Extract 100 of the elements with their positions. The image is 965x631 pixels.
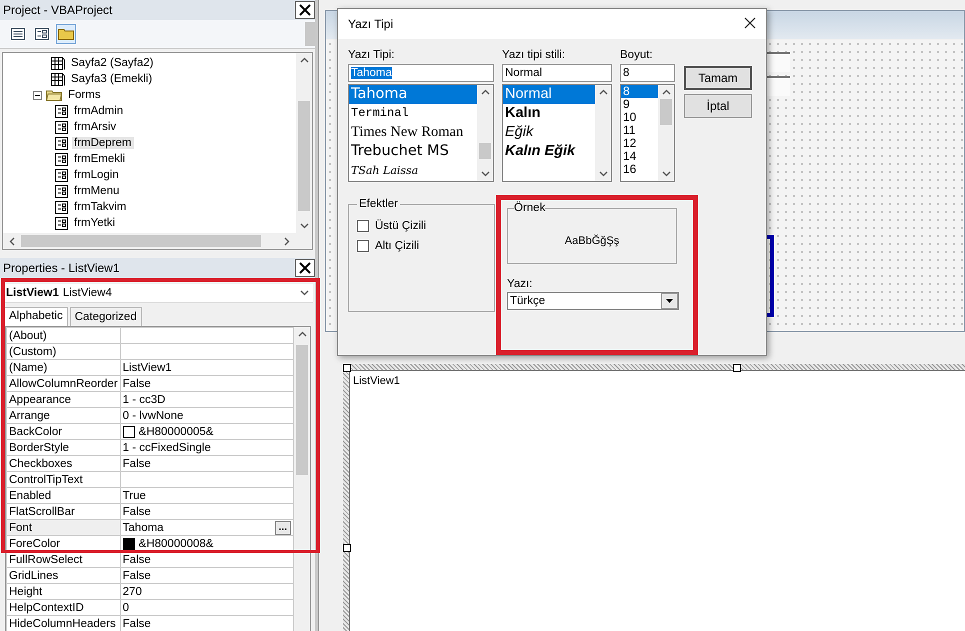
scroll-up-icon[interactable] bbox=[598, 89, 608, 95]
tree-item[interactable]: frmMenu bbox=[72, 185, 122, 197]
property-name[interactable]: Font bbox=[6, 520, 120, 536]
resize-handle[interactable] bbox=[343, 364, 351, 372]
tree-item[interactable]: Forms bbox=[66, 89, 103, 101]
scroll-left-icon[interactable] bbox=[9, 236, 15, 246]
property-name[interactable]: Enabled bbox=[6, 488, 120, 504]
ok-button[interactable]: Tamam bbox=[684, 66, 752, 90]
list-item[interactable]: TSah Laissa bbox=[349, 161, 477, 180]
property-name[interactable]: GridLines bbox=[6, 568, 120, 584]
font-style-field[interactable]: Normal bbox=[502, 64, 612, 82]
list-item[interactable]: Eğik bbox=[503, 123, 595, 142]
list-item[interactable]: 8 bbox=[621, 85, 658, 98]
property-value[interactable]: False bbox=[122, 506, 151, 518]
tree-item[interactable]: frmDeprem bbox=[72, 137, 134, 149]
list-item[interactable]: Times New Roman bbox=[349, 123, 477, 142]
property-name[interactable]: (Name) bbox=[6, 360, 120, 376]
property-value[interactable]: False bbox=[122, 378, 151, 390]
tab[interactable]: Categorized bbox=[70, 307, 142, 326]
scroll-thumb[interactable] bbox=[479, 143, 491, 159]
scroll-down-icon[interactable] bbox=[300, 290, 309, 296]
property-value[interactable]: False bbox=[122, 458, 151, 470]
pane-title: Project - VBAProject bbox=[3, 3, 112, 17]
scroll-up-icon[interactable] bbox=[480, 89, 490, 95]
tree-item[interactable]: frmAdmin bbox=[72, 105, 126, 117]
list-item[interactable]: 10 bbox=[621, 111, 658, 124]
scrollbar[interactable] bbox=[477, 85, 493, 181]
property-name[interactable]: Appearance bbox=[6, 392, 120, 408]
checkbox[interactable] bbox=[357, 220, 369, 232]
script-dropdown[interactable]: Türkçe bbox=[507, 292, 679, 310]
scrollbar[interactable] bbox=[658, 85, 674, 181]
property-name[interactable]: Arrange bbox=[6, 408, 120, 424]
tree-item[interactable]: Sayfa2 (Sayfa2) bbox=[69, 57, 156, 69]
scroll-up-icon[interactable] bbox=[298, 331, 306, 337]
tree-item[interactable]: frmTakvim bbox=[72, 201, 128, 213]
list-item[interactable]: 16 bbox=[621, 163, 658, 176]
collapse-icon[interactable] bbox=[33, 90, 42, 100]
tree-item[interactable]: Sayfa3 (Emekli) bbox=[69, 73, 154, 85]
close-button[interactable] bbox=[295, 259, 315, 277]
property-value[interactable]: 0 bbox=[122, 602, 130, 614]
property-value[interactable]: True bbox=[122, 490, 146, 502]
list-item[interactable]: Kalın bbox=[503, 104, 595, 123]
font-size-field[interactable]: 8 bbox=[620, 64, 675, 82]
list-item[interactable]: Trebuchet MS bbox=[349, 142, 477, 161]
list-item[interactable]: Normal bbox=[503, 85, 595, 104]
resize-handle[interactable] bbox=[343, 544, 351, 552]
scroll-down-icon[interactable] bbox=[300, 223, 308, 229]
property-name[interactable]: ControlTipText bbox=[6, 472, 120, 488]
property-name[interactable]: AllowColumnReorder bbox=[6, 376, 120, 392]
tab[interactable]: Alphabetic bbox=[4, 307, 68, 326]
scrollbar[interactable] bbox=[294, 327, 310, 631]
tree-item[interactable]: frmLogin bbox=[72, 169, 121, 181]
list-item[interactable]: Kalın Eğik bbox=[503, 142, 595, 161]
scroll-down-icon[interactable] bbox=[480, 171, 490, 177]
list-item[interactable]: Tahoma bbox=[349, 85, 477, 104]
toggle-folders-button[interactable] bbox=[56, 24, 76, 44]
close-button[interactable] bbox=[295, 1, 315, 19]
property-name[interactable]: (About) bbox=[6, 328, 120, 344]
tree-item[interactable]: frmArsiv bbox=[72, 121, 118, 133]
property-name[interactable]: (Custom) bbox=[6, 344, 120, 360]
property-value[interactable]: 270 bbox=[122, 586, 142, 598]
cancel-button[interactable]: İptal bbox=[684, 94, 752, 118]
property-value[interactable]: False bbox=[122, 570, 151, 582]
sheet-icon bbox=[51, 56, 65, 70]
list-item[interactable]: Terminal bbox=[349, 104, 477, 123]
property-name[interactable]: BorderStyle bbox=[6, 440, 120, 456]
list-item[interactable]: 12 bbox=[621, 137, 658, 150]
scrollbar[interactable] bbox=[296, 53, 312, 233]
close-icon bbox=[299, 4, 311, 16]
font-name-field[interactable]: Tahoma bbox=[348, 64, 494, 82]
property-name[interactable]: BackColor bbox=[6, 424, 120, 440]
list-item[interactable]: 11 bbox=[621, 124, 658, 137]
property-value[interactable]: False bbox=[122, 618, 151, 630]
property-name[interactable]: FullRowSelect bbox=[6, 552, 120, 568]
property-value[interactable]: 1 - cc3D bbox=[122, 394, 166, 406]
resize-handle[interactable] bbox=[733, 364, 741, 372]
property-name[interactable]: ForeColor bbox=[6, 536, 120, 552]
scroll-down-icon[interactable] bbox=[662, 171, 670, 177]
scrollbar[interactable] bbox=[595, 85, 611, 181]
checkbox-label[interactable]: Altı Çizili bbox=[375, 240, 420, 252]
property-name[interactable]: HelpContextID bbox=[6, 600, 120, 616]
checkbox[interactable] bbox=[357, 240, 369, 252]
scroll-thumb[interactable] bbox=[660, 99, 672, 125]
list-item[interactable]: 9 bbox=[621, 98, 658, 111]
scroll-up-icon[interactable] bbox=[300, 57, 308, 63]
scroll-down-icon[interactable] bbox=[598, 171, 608, 177]
property-name[interactable]: Height bbox=[6, 584, 120, 600]
checkbox-label[interactable]: Üstü Çizili bbox=[375, 220, 426, 232]
property-name[interactable]: HideColumnHeaders bbox=[6, 616, 120, 631]
list-item[interactable]: 14 bbox=[621, 150, 658, 163]
property-name[interactable]: Checkboxes bbox=[6, 456, 120, 472]
object-dropdown[interactable]: ListView1 ListView4 bbox=[2, 284, 313, 303]
property-value[interactable]: Tahoma bbox=[122, 522, 164, 534]
tree-item[interactable]: frmEmekli bbox=[72, 153, 128, 165]
scrollbar[interactable] bbox=[3, 233, 296, 249]
scroll-right-icon[interactable] bbox=[284, 236, 290, 246]
tree-item[interactable]: frmYetki bbox=[72, 217, 118, 229]
property-value[interactable]: False bbox=[122, 554, 151, 566]
ellipsis-button[interactable]: ... bbox=[274, 520, 291, 534]
scroll-up-icon[interactable] bbox=[662, 89, 670, 95]
